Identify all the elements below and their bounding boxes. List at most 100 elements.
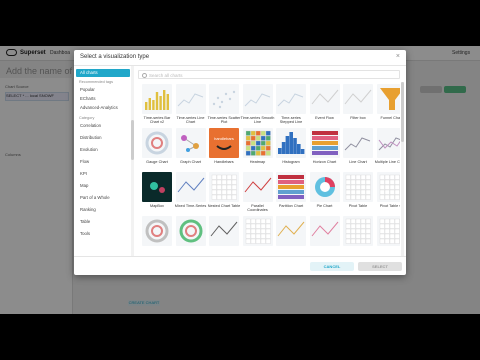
- table-icon: [343, 216, 373, 246]
- sidebar-item-tools[interactable]: Tools: [76, 230, 130, 238]
- viz-card[interactable]: [376, 216, 400, 248]
- cancel-button[interactable]: CANCEL: [310, 262, 354, 271]
- category-heading: Category: [79, 116, 95, 120]
- viz-card-label: Gauge Chart: [146, 160, 168, 164]
- sidebar-item-distribution[interactable]: Distribution: [76, 134, 130, 142]
- viz-card[interactable]: Funnel Chart: [376, 84, 400, 120]
- handlebars-icon: handlebars: [209, 128, 239, 158]
- viz-card[interactable]: [242, 216, 273, 248]
- viz-card[interactable]: [309, 216, 340, 248]
- viz-card[interactable]: [276, 216, 306, 248]
- viz-card[interactable]: Multiple Line Charts: [374, 128, 400, 164]
- viz-card[interactable]: Pivot Table: [343, 172, 373, 208]
- sidebar-item-correlation[interactable]: Correlation: [76, 122, 130, 130]
- mixed-icon: [175, 172, 206, 202]
- viz-card[interactable]: Nested Chart Table: [208, 172, 240, 208]
- modal-header: Select a visualization type ×: [74, 50, 406, 66]
- viz-card-label: Parallel Coordinates: [247, 204, 268, 213]
- parallel-icon: [242, 172, 273, 202]
- flow-icon: [309, 84, 340, 114]
- heatmap-icon: [242, 128, 273, 158]
- viz-card-label: Time-series Stepped Line: [279, 116, 303, 125]
- calendar-icon: [242, 216, 273, 246]
- viz-card[interactable]: Gauge Chart: [142, 128, 172, 164]
- scatter-icon: [209, 84, 239, 114]
- viz-card[interactable]: Line Chart: [343, 128, 373, 164]
- funnel-icon: [376, 84, 400, 114]
- viz-card[interactable]: Graph Chart: [175, 128, 206, 164]
- sidebar-item-table[interactable]: Table: [76, 218, 130, 226]
- viz-gallery: Time-series Bar Chart v2 Time-series Line…: [138, 82, 400, 256]
- letterbox-top: [0, 0, 480, 46]
- histogram-icon: [276, 128, 306, 158]
- viz-card-label: Funnel Chart: [380, 116, 400, 120]
- sunburst-icon: [175, 216, 206, 246]
- viz-card-label: Horizon Chart: [312, 160, 337, 164]
- svg-text:handlebars: handlebars: [214, 136, 234, 141]
- sidebar-item-ranking[interactable]: Ranking: [76, 206, 130, 214]
- viz-card-label: Partition Chart: [278, 204, 304, 208]
- modal-footer: CANCEL SELECT: [74, 256, 406, 275]
- line-icon: [343, 128, 373, 158]
- viz-card[interactable]: Event Flow: [309, 84, 340, 120]
- viz-card[interactable]: Pie Chart: [309, 172, 340, 208]
- viz-card[interactable]: Time-series Scatter Plot: [207, 84, 241, 125]
- line-icon: [242, 84, 273, 114]
- viz-card[interactable]: Heatmap: [242, 128, 273, 164]
- sidebar-item-evolution[interactable]: Evolution: [76, 146, 130, 154]
- viz-card-label: Line Chart: [349, 160, 367, 164]
- viz-card[interactable]: Time-series Stepped Line: [276, 84, 306, 125]
- sidebar-scrollbar[interactable]: [131, 66, 134, 256]
- sidebar-scroll-thumb[interactable]: [131, 120, 134, 160]
- viz-card[interactable]: Pivot Table v2: [376, 172, 400, 208]
- sidebar-item-part-of-a-whole[interactable]: Part of a Whole: [76, 194, 130, 202]
- viz-card[interactable]: Histogram: [276, 128, 306, 164]
- gallery-scroll-thumb[interactable]: [401, 82, 404, 142]
- sidebar-item-advanced-analytics[interactable]: Advanced-Analytics: [76, 104, 130, 112]
- viz-card[interactable]: Filter box: [343, 84, 373, 120]
- box-icon: [209, 216, 239, 246]
- viz-card[interactable]: [175, 216, 206, 248]
- viz-card[interactable]: Time-series Bar Chart v2: [142, 84, 172, 125]
- pivot-icon: [343, 172, 373, 202]
- treemap-icon: [376, 216, 400, 246]
- viz-card[interactable]: MapBox: [142, 172, 172, 208]
- viz-card-label: Graph Chart: [180, 160, 201, 164]
- sidebar-item-kpi[interactable]: KPI: [76, 170, 130, 178]
- viz-card[interactable]: Time-series Smooth Line: [241, 84, 274, 125]
- viz-card-label: Pivot Table v2: [379, 204, 400, 208]
- viz-card[interactable]: Partition Chart: [276, 172, 306, 208]
- select-button[interactable]: SELECT: [358, 262, 402, 271]
- horizon-icon: [309, 128, 340, 158]
- line-icon: [276, 84, 306, 114]
- sidebar-item-echarts[interactable]: ECharts: [76, 95, 130, 103]
- viz-card-label: Multiple Line Charts: [374, 160, 400, 164]
- viz-card[interactable]: [209, 216, 239, 248]
- viz-card-label: Time-series Line Chart: [176, 116, 205, 125]
- close-icon[interactable]: ×: [396, 53, 400, 60]
- viz-card[interactable]: Time-series Line Chart: [175, 84, 206, 125]
- viz-card-label: Heatmap: [249, 160, 266, 164]
- filter-icon: [343, 84, 373, 114]
- viz-card[interactable]: [343, 216, 373, 248]
- viz-card[interactable]: Parallel Coordinates: [242, 172, 273, 213]
- sidebar-item-map[interactable]: Map: [76, 182, 130, 190]
- sankey-icon: [309, 216, 340, 246]
- viz-card-label: Mixed Time-Series: [174, 204, 207, 208]
- viz-card-label: Time-series Scatter Plot: [207, 116, 241, 125]
- sidebar-item-all-charts[interactable]: All charts: [76, 69, 130, 77]
- sidebar-item-popular[interactable]: Popular: [76, 86, 130, 94]
- search-icon: [142, 73, 147, 78]
- map-icon: [142, 172, 172, 202]
- letterbox-bottom: [0, 314, 480, 360]
- multiline-icon: [376, 128, 400, 158]
- viz-card[interactable]: [142, 216, 172, 248]
- viz-card[interactable]: Horizon Chart: [309, 128, 340, 164]
- viz-card[interactable]: Mixed Time-Series: [174, 172, 207, 208]
- modal-title: Select a visualization type: [80, 54, 150, 60]
- graph-icon: [175, 128, 206, 158]
- pie-icon: [309, 172, 340, 202]
- sidebar-item-flow[interactable]: Flow: [76, 158, 130, 166]
- viz-search-input[interactable]: Search all charts: [138, 70, 400, 79]
- viz-card[interactable]: handlebars Handlebars: [209, 128, 239, 164]
